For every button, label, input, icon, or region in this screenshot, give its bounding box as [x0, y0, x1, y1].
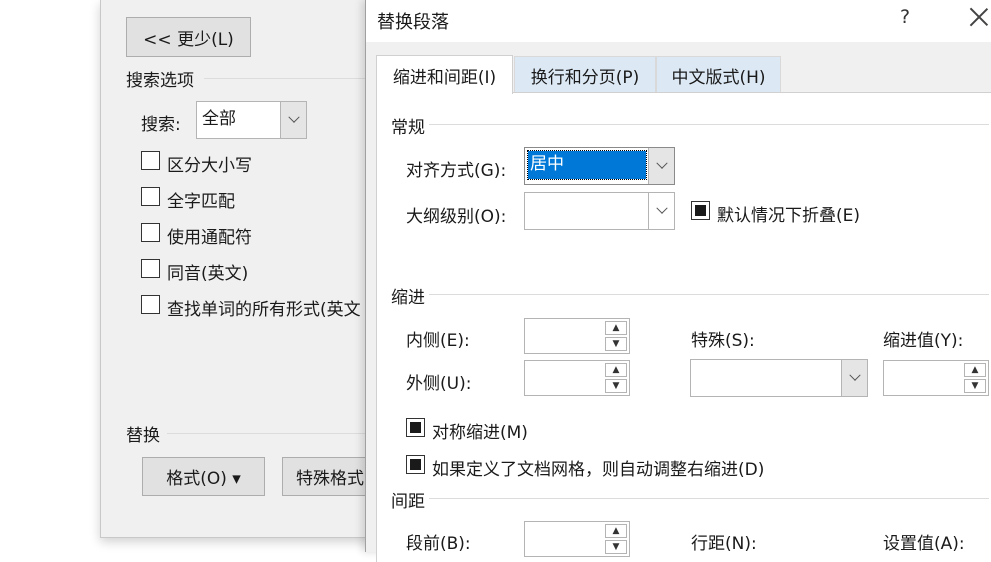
option-label-whole-word: 全字匹配	[167, 192, 235, 212]
grid-indent-checkbox[interactable]	[406, 455, 425, 474]
option-checkbox-whole-word[interactable]	[141, 187, 160, 206]
spacing-divider	[429, 498, 989, 499]
general-divider	[429, 124, 989, 125]
inside-indent-label: 内侧(E):	[406, 331, 470, 351]
option-label-wildcards: 使用通配符	[167, 228, 252, 248]
special-indent-label: 特殊(S):	[691, 331, 755, 351]
alignment-select[interactable]: 居中	[524, 147, 675, 185]
replace-section-title: 替换	[126, 426, 160, 446]
search-label: 搜索:	[141, 115, 181, 135]
outside-indent-spinner[interactable]: ▲ ▼	[524, 360, 630, 396]
collapse-default-label: 默认情况下折叠(E)	[717, 206, 861, 226]
option-checkbox-wildcards[interactable]	[141, 223, 160, 242]
option-checkbox-all-forms[interactable]	[141, 295, 160, 314]
indent-section-title: 缩进	[391, 288, 425, 308]
tab-page-indents-spacing: 常规 对齐方式(G): 居中 大纲级别(O): 默认情况下折叠(E) 缩进 内侧…	[376, 92, 991, 562]
tab-asian-typography[interactable]: 中文版式(H)	[656, 56, 781, 93]
tab-label: 中文版式(H)	[671, 67, 766, 88]
set-value-label: 设置值(A):	[883, 534, 965, 554]
chevron-down-icon[interactable]	[841, 360, 867, 396]
less-button[interactable]: << 更少(L)	[126, 17, 251, 57]
search-options-title: 搜索选项	[126, 71, 194, 91]
spacing-section-title: 间距	[391, 492, 425, 512]
tab-label: 缩进和间距(I)	[392, 67, 497, 88]
format-button-label: 格式(O) ▾	[166, 469, 241, 489]
chevron-down-icon[interactable]	[648, 193, 674, 229]
chevron-down-icon[interactable]	[280, 102, 306, 138]
chevron-down-icon[interactable]	[648, 148, 674, 184]
indent-divider	[429, 294, 989, 295]
search-direction-value: 全部	[202, 109, 236, 129]
less-button-label: << 更少(L)	[143, 29, 234, 50]
special-indent-select[interactable]	[690, 359, 868, 397]
general-section-title: 常规	[391, 118, 425, 138]
tab-indents-spacing[interactable]: 缩进和间距(I)	[376, 55, 513, 94]
spacing-before-label: 段前(B):	[406, 534, 471, 554]
spin-down-icon[interactable]: ▼	[605, 337, 627, 351]
spin-up-icon[interactable]: ▲	[605, 363, 627, 377]
spin-up-icon[interactable]: ▲	[605, 321, 627, 335]
replace-paragraph-dialog: 替换段落 ? 缩进和间距(I) 换行和分页(P) 中文版式(H) 常规 对齐方式…	[365, 0, 991, 562]
dialog-content: 缩进和间距(I) 换行和分页(P) 中文版式(H) 常规 对齐方式(G): 居中…	[366, 42, 991, 562]
search-direction-select[interactable]: 全部	[196, 101, 307, 139]
spin-down-icon[interactable]: ▼	[964, 379, 986, 393]
option-label-sounds-like: 同音(英文)	[167, 264, 249, 284]
outline-level-select[interactable]	[524, 192, 675, 230]
option-checkbox-sounds-like[interactable]	[141, 259, 160, 278]
line-spacing-label: 行距(N):	[691, 534, 757, 554]
spin-down-icon[interactable]: ▼	[605, 379, 627, 393]
special-format-button-label: 特殊格式	[296, 469, 364, 489]
title-bar: 替换段落 ?	[366, 0, 991, 42]
spin-up-icon[interactable]: ▲	[964, 363, 986, 377]
replace-divider	[167, 433, 397, 434]
indent-value-spinner[interactable]: ▲ ▼	[883, 360, 989, 396]
inside-indent-spinner[interactable]: ▲ ▼	[524, 318, 630, 354]
alignment-value: 居中	[527, 150, 647, 180]
tab-line-page-breaks[interactable]: 换行和分页(P)	[514, 56, 656, 93]
close-icon[interactable]	[969, 7, 989, 27]
mirror-indent-label: 对称缩进(M)	[432, 423, 528, 443]
help-icon[interactable]: ?	[900, 6, 910, 28]
dialog-title: 替换段落	[377, 12, 449, 33]
alignment-label: 对齐方式(G):	[406, 161, 507, 181]
indent-value-label: 缩进值(Y):	[883, 331, 964, 351]
grid-indent-label: 如果定义了文档网格，则自动调整右缩进(D)	[432, 460, 765, 480]
find-replace-dialog: << 更少(L) 搜索选项 搜索: 全部 区分大小写 全字匹配 使用通配符 同音…	[100, 0, 404, 538]
outside-indent-label: 外侧(U):	[406, 374, 472, 394]
option-label-match-case: 区分大小写	[167, 156, 252, 176]
mirror-indent-checkbox[interactable]	[406, 418, 425, 437]
outline-level-label: 大纲级别(O):	[406, 207, 507, 227]
option-checkbox-match-case[interactable]	[141, 151, 160, 170]
spin-up-icon[interactable]: ▲	[605, 524, 627, 538]
tab-label: 换行和分页(P)	[530, 67, 640, 88]
format-button[interactable]: 格式(O) ▾	[142, 457, 265, 496]
collapse-default-checkbox[interactable]	[691, 201, 710, 220]
option-label-all-forms: 查找单词的所有形式(英文	[167, 300, 361, 320]
